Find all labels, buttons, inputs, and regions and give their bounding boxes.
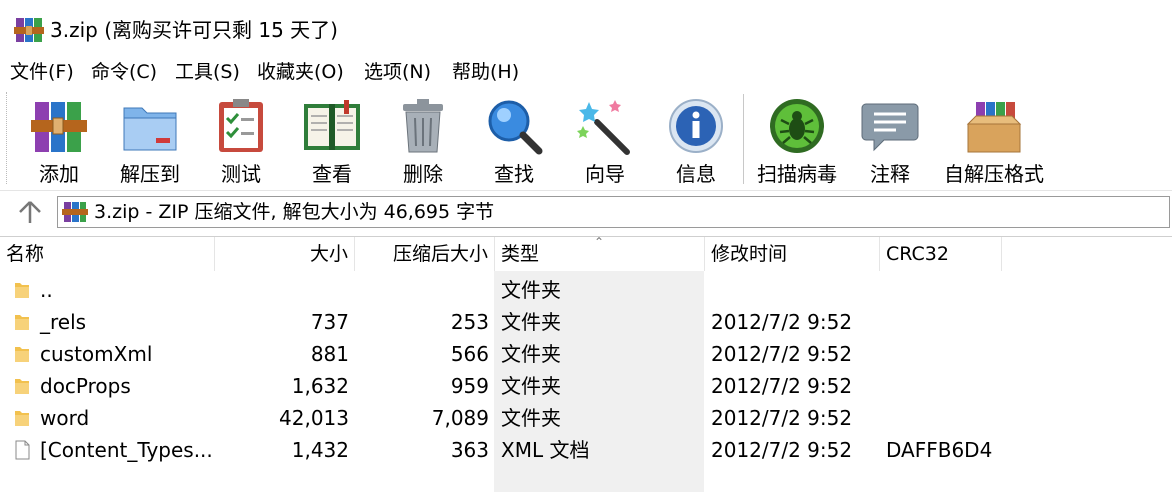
column-header-modified[interactable]: 修改时间	[705, 237, 880, 271]
file-type: 文件夹	[501, 278, 561, 302]
winrar-app-icon	[14, 18, 44, 42]
file-packed-size: 363	[450, 438, 489, 462]
file-modified: 2012/7/2 9:52	[711, 406, 853, 430]
extract-button[interactable]: 解压到	[106, 92, 194, 188]
folder-icon	[15, 283, 29, 298]
comment-button[interactable]: 注释	[846, 92, 934, 188]
folder-extract-icon	[123, 107, 177, 151]
view-button[interactable]: 查看	[288, 92, 376, 188]
file-size: 1,632	[291, 374, 349, 398]
open-book-icon	[304, 100, 360, 150]
file-type: 文件夹	[501, 406, 561, 430]
table-row[interactable]: customXml 881 566 文件夹 2012/7/2 9:52	[0, 338, 1172, 370]
table-row[interactable]: docProps 1,632 959 文件夹 2012/7/2 9:52	[0, 370, 1172, 402]
file-name: word	[40, 406, 90, 430]
speech-bubble-icon	[861, 103, 919, 152]
file-packed-size: 566	[450, 342, 489, 366]
info-label: 信息	[676, 162, 716, 186]
file-type: 文件夹	[501, 374, 561, 398]
table-row[interactable]: word 42,013 7,089 文件夹 2012/7/2 9:52	[0, 402, 1172, 434]
file-modified: 2012/7/2 9:52	[711, 342, 853, 366]
menu-options[interactable]: 选项(N)	[364, 58, 431, 86]
menu-bar: 文件(F) 命令(C) 工具(S) 收藏夹(O) 选项(N) 帮助(H)	[0, 58, 1172, 86]
file-name: [Content_Types...	[40, 438, 213, 462]
sfx-button[interactable]: 自解压格式	[944, 92, 1044, 188]
file-name: customXml	[40, 342, 153, 366]
delete-button[interactable]: 删除	[379, 92, 467, 188]
title-bar: 3.zip (离购买许可只剩 15 天了)	[0, 0, 1172, 60]
file-size: 737	[310, 310, 349, 334]
folder-icon	[15, 347, 29, 362]
file-crc: DAFFB6D4	[886, 438, 993, 462]
file-packed-size: 959	[450, 374, 489, 398]
toolbar: 添加 解压到 测试 查看 删除 查找 向导 信息 扫描病毒 注释 自解压格式	[0, 86, 1172, 190]
sfx-box-icon	[966, 102, 1022, 153]
column-header-name[interactable]: 名称	[0, 237, 215, 271]
sort-ascending-icon: ⌃	[594, 235, 605, 249]
file-modified: 2012/7/2 9:52	[711, 374, 853, 398]
file-size: 42,013	[279, 406, 349, 430]
add-button[interactable]: 添加	[15, 92, 103, 188]
column-header-packed[interactable]: 压缩后大小	[355, 237, 495, 271]
table-row[interactable]: .. 文件夹	[0, 274, 1172, 306]
test-button[interactable]: 测试	[197, 92, 285, 188]
file-type: 文件夹	[501, 310, 561, 334]
column-header-size[interactable]: 大小	[215, 237, 355, 271]
folder-icon	[15, 411, 29, 426]
file-list: 名称 大小 压缩后大小 类型 ⌃ 修改时间 CRC32 .. 文件夹 _rels 73…	[0, 235, 1172, 492]
sfx-label: 自解压格式	[944, 162, 1044, 186]
folder-icon	[15, 315, 29, 330]
info-button[interactable]: 信息	[652, 92, 740, 188]
menu-tools[interactable]: 工具(S)	[175, 58, 240, 86]
file-modified: 2012/7/2 9:52	[711, 438, 853, 462]
clipboard-check-icon	[219, 99, 263, 152]
menu-help[interactable]: 帮助(H)	[452, 58, 519, 86]
up-arrow-icon[interactable]	[16, 199, 44, 225]
file-packed-size: 253	[450, 310, 489, 334]
file-size: 881	[310, 342, 349, 366]
folder-icon	[15, 379, 29, 394]
table-row[interactable]: [Content_Types... 1,432 363 XML 文档 2012/7/2 …	[0, 434, 1172, 466]
info-icon	[669, 99, 723, 153]
file-type: 文件夹	[501, 342, 561, 366]
file-modified: 2012/7/2 9:52	[711, 310, 853, 334]
file-name: _rels	[40, 310, 87, 334]
bug-scan-icon	[770, 99, 824, 153]
table-row[interactable]: _rels 737 253 文件夹 2012/7/2 9:52	[0, 306, 1172, 338]
document-icon	[15, 440, 30, 460]
address-bar: 3.zip - ZIP 压缩文件, 解包大小为 46,695 字节	[0, 190, 1172, 233]
file-size: 1,432	[291, 438, 349, 462]
magic-wand-icon	[577, 100, 630, 155]
comment-label: 注释	[870, 162, 910, 186]
window-title: 3.zip (离购买许可只剩 15 天了)	[50, 18, 338, 42]
trash-can-icon	[403, 99, 443, 153]
column-header-crc[interactable]: CRC32	[880, 237, 1002, 271]
file-name: docProps	[40, 374, 131, 398]
archive-icon	[62, 202, 88, 222]
file-type: XML 文档	[501, 438, 590, 462]
menu-file[interactable]: 文件(F)	[10, 58, 74, 86]
wizard-button[interactable]: 向导	[561, 92, 649, 188]
books-add-icon	[31, 102, 87, 152]
virus-scan-button[interactable]: 扫描病毒	[753, 92, 841, 188]
file-name: ..	[40, 278, 53, 302]
virus-scan-label: 扫描病毒	[757, 162, 837, 186]
menu-favorites[interactable]: 收藏夹(O)	[257, 58, 344, 86]
address-text: 3.zip - ZIP 压缩文件, 解包大小为 46,695 字节	[94, 201, 495, 223]
find-button[interactable]: 查找	[470, 92, 558, 188]
menu-command[interactable]: 命令(C)	[91, 58, 157, 86]
file-packed-size: 7,089	[431, 406, 489, 430]
magnifier-icon	[488, 100, 543, 155]
address-field[interactable]: 3.zip - ZIP 压缩文件, 解包大小为 46,695 字节	[57, 196, 1170, 228]
